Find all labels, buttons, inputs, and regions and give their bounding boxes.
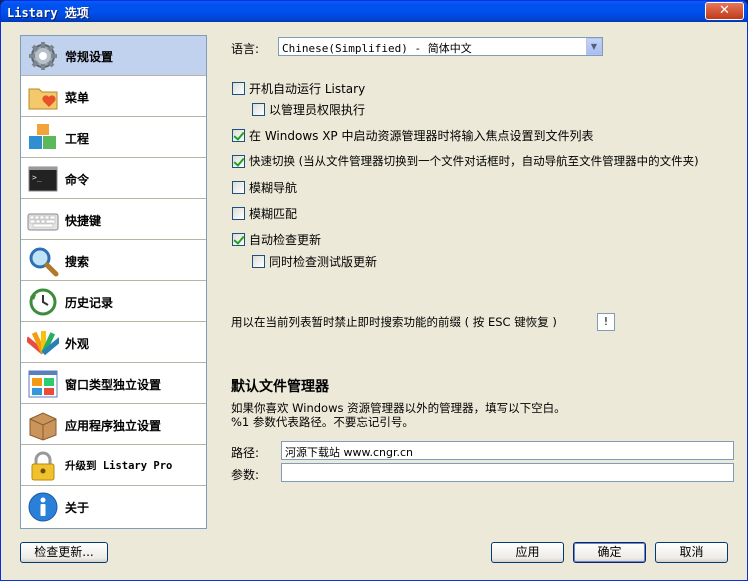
check-update-button[interactable]: 检查更新... — [20, 542, 108, 563]
args-input[interactable] — [281, 463, 734, 482]
sidebar-item-menu[interactable]: 菜单 — [21, 77, 206, 117]
sidebar-item-label: 常规设置 — [65, 50, 114, 64]
language-value: Chinese(Simplified) - 简体中文 — [282, 42, 472, 55]
xp-focus-label: 在 Windows XP 中启动资源管理器时将输入焦点设置到文件列表 — [249, 129, 594, 143]
sidebar-item-label: 命令 — [65, 173, 90, 187]
path-input[interactable]: 河源下载站 www.cngr.cn — [281, 441, 734, 460]
autostart-label: 开机自动运行 Listary — [249, 82, 366, 96]
xp-focus-checkbox[interactable] — [232, 129, 245, 142]
path-label: 路径: — [231, 446, 260, 460]
sidebar-item-search[interactable]: 搜索 — [21, 241, 206, 281]
quick-switch-checkbox[interactable] — [232, 155, 245, 168]
sidebar-item-label: 历史记录 — [65, 296, 114, 310]
sidebar-item-label: 升级到 Listary Pro — [65, 460, 173, 472]
sidebar-item-window-types[interactable]: 窗口类型独立设置 — [21, 364, 206, 404]
language-label: 语言: — [231, 42, 260, 56]
close-button[interactable]: ✕ — [705, 2, 744, 20]
beta-update-checkbox[interactable] — [252, 255, 265, 268]
sidebar-item-label: 快捷键 — [65, 214, 102, 228]
svg-text:>_: >_ — [32, 173, 42, 182]
category-sidebar: 常规设置 菜单 工程 >_ 命令 快捷键 搜索 历史记录 外观 窗口类型独立设置… — [20, 35, 207, 529]
sidebar-item-history[interactable]: 历史记录 — [21, 282, 206, 322]
sidebar-item-about[interactable]: 关于 — [21, 487, 206, 527]
file-manager-desc-line2: %1 参数代表路径。不要忘记引号。 — [231, 415, 414, 429]
title-bar[interactable]: Listary 选项 ✕ — [1, 1, 747, 22]
fuzzy-match-checkbox[interactable] — [232, 207, 245, 220]
terminal-icon: >_ — [28, 166, 58, 192]
sidebar-item-label: 应用程序独立设置 — [65, 419, 162, 433]
gear-icon — [29, 42, 57, 70]
ok-button[interactable]: 确定 — [573, 542, 646, 563]
sidebar-item-label: 关于 — [65, 501, 90, 515]
sidebar-item-appearance[interactable]: 外观 — [21, 323, 206, 363]
run-as-admin-label: 以管理员权限执行 — [269, 103, 366, 117]
fuzzy-navigation-checkbox[interactable] — [232, 181, 245, 194]
auto-update-label: 自动检查更新 — [249, 233, 322, 247]
beta-update-label: 同时检查测试版更新 — [269, 255, 378, 269]
info-icon — [28, 492, 58, 522]
sidebar-item-app-settings[interactable]: 应用程序独立设置 — [21, 405, 206, 445]
keyboard-icon — [27, 213, 59, 231]
apply-button[interactable]: 应用 — [491, 542, 564, 563]
magnifier-icon — [29, 247, 59, 277]
file-manager-heading: 默认文件管理器 — [231, 379, 329, 395]
folder-heart-icon — [28, 88, 58, 110]
sidebar-item-label: 外观 — [65, 337, 90, 351]
prefix-input[interactable]: ! — [597, 313, 615, 331]
sidebar-item-upgrade-pro[interactable]: 升级到 Listary Pro — [21, 446, 206, 486]
sidebar-item-label: 工程 — [65, 132, 90, 146]
sidebar-item-label: 菜单 — [65, 91, 90, 105]
chevron-down-icon[interactable]: ▼ — [586, 38, 602, 55]
box-icon — [29, 412, 57, 441]
prefix-label: 用以在当前列表暂时禁止即时搜索功能的前缀 ( 按 ESC 键恢复 ) — [231, 315, 557, 329]
general-settings-pane: 语言: Chinese(Simplified) - 简体中文 ▼ 开机自动运行 … — [228, 22, 738, 542]
palette-icon — [27, 331, 59, 356]
blocks-icon — [29, 124, 56, 149]
sidebar-item-command[interactable]: >_ 命令 — [21, 159, 206, 199]
sidebar-item-label: 窗口类型独立设置 — [65, 378, 162, 392]
path-value: 河源下载站 www.cngr.cn — [285, 446, 414, 459]
cancel-button[interactable]: 取消 — [655, 542, 728, 563]
history-clock-icon — [29, 288, 57, 316]
client-area: 常规设置 菜单 工程 >_ 命令 快捷键 搜索 历史记录 外观 窗口类型独立设置… — [4, 22, 744, 578]
fuzzy-navigation-label: 模糊导航 — [249, 181, 298, 195]
lock-icon — [31, 451, 55, 481]
quick-switch-label: 快速切换 (当从文件管理器切换到一个文件对话框时，自动导航至文件管理器中的文件夹… — [249, 154, 699, 168]
sidebar-item-hotkey[interactable]: 快捷键 — [21, 200, 206, 240]
sidebar-item-label: 搜索 — [65, 255, 90, 269]
sidebar-item-project[interactable]: 工程 — [21, 118, 206, 158]
fuzzy-match-label: 模糊匹配 — [249, 207, 298, 221]
sidebar-item-general[interactable]: 常规设置 — [21, 36, 206, 76]
window-title: Listary 选项 — [7, 6, 89, 20]
args-label: 参数: — [231, 468, 260, 482]
options-window: Listary 选项 ✕ 常规设置 菜单 工程 >_ 命令 快捷键 搜索 历史记… — [0, 0, 748, 581]
autostart-checkbox[interactable] — [232, 82, 245, 95]
auto-update-checkbox[interactable] — [232, 233, 245, 246]
language-select[interactable]: Chinese(Simplified) - 简体中文 ▼ — [278, 37, 603, 56]
run-as-admin-checkbox[interactable] — [252, 103, 265, 116]
window-grid-icon — [28, 370, 58, 398]
